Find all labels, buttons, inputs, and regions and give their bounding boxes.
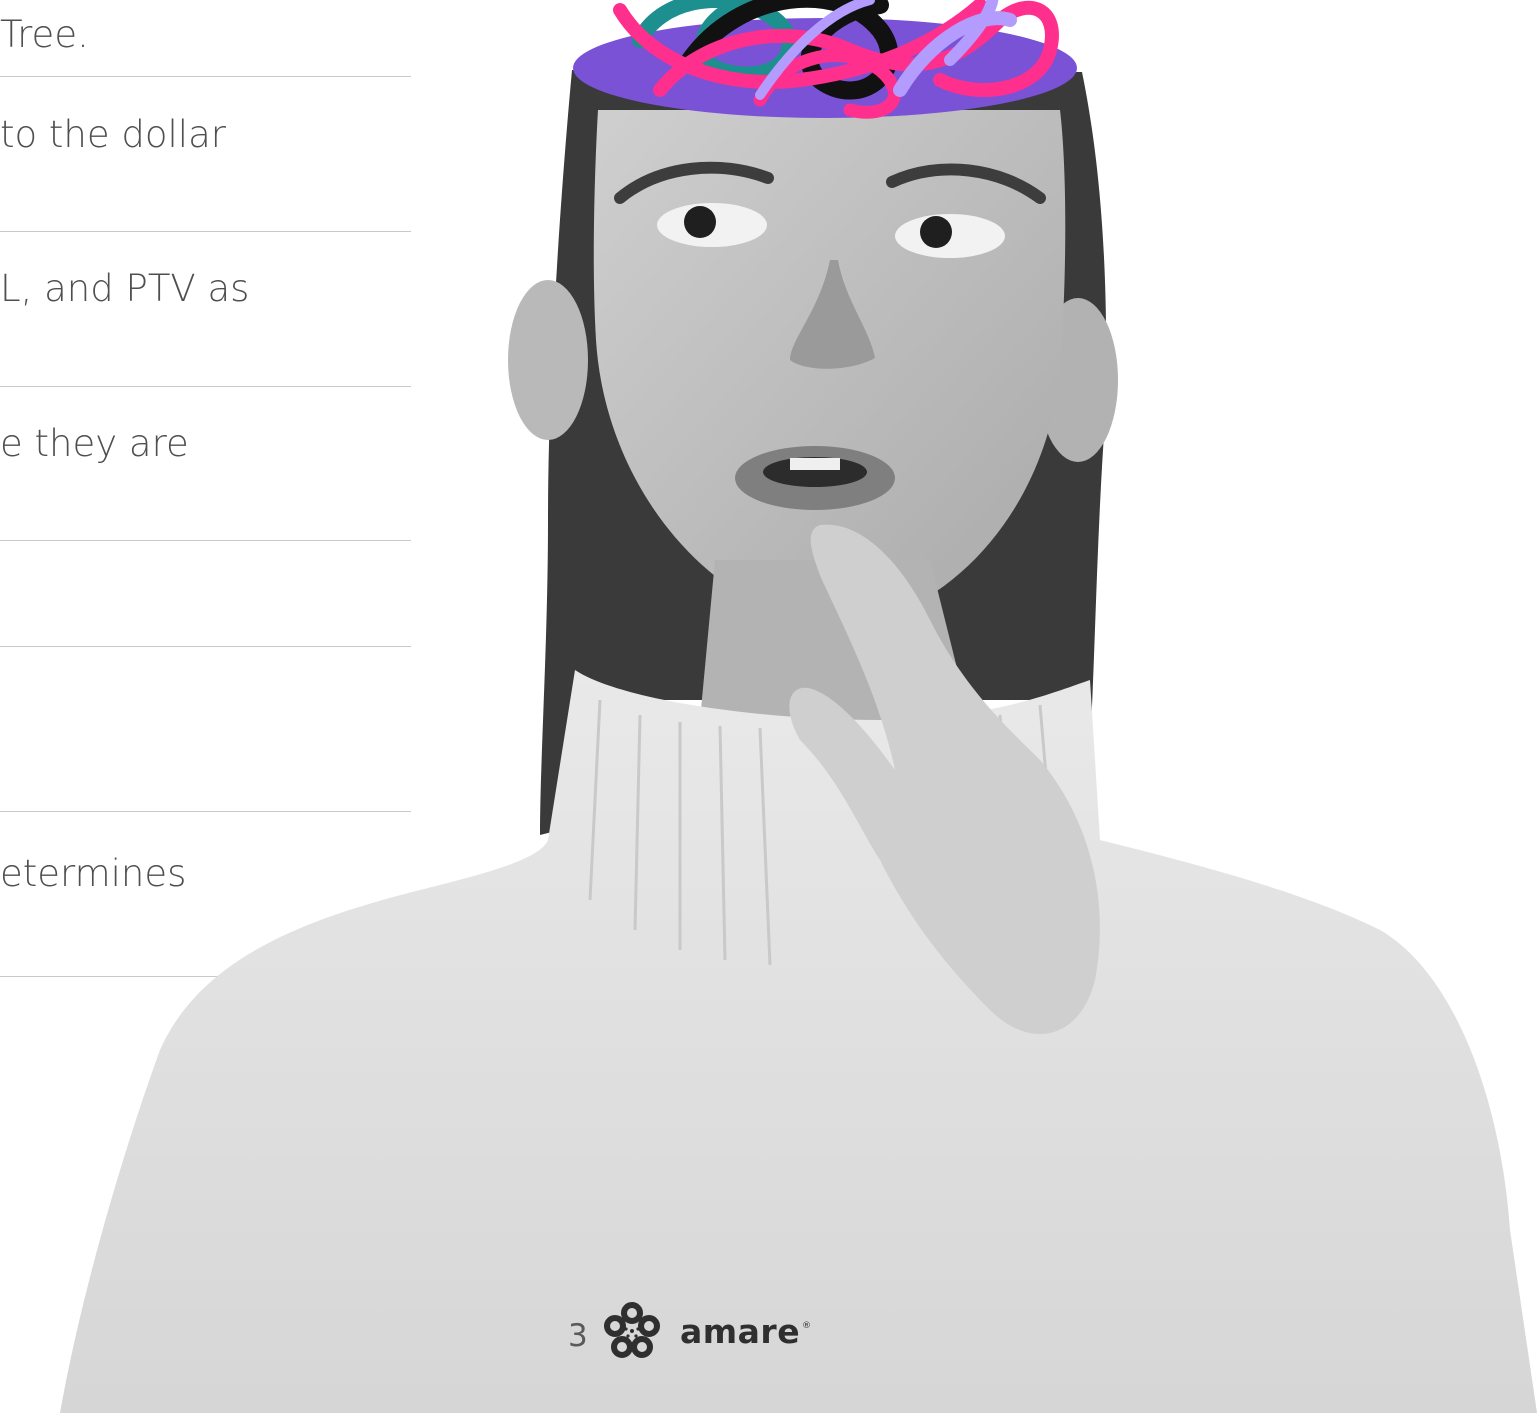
amare-flower-logo-icon (604, 1302, 660, 1358)
woman-thinking-illustration (60, 0, 1537, 1413)
sweater-shape (60, 670, 1537, 1413)
slide-page: Tree. to the dollar L, and PTV as e they… (0, 0, 1537, 1413)
registered-mark: ® (802, 1321, 811, 1331)
page-number: 3 (568, 1318, 588, 1354)
left-ear (508, 280, 588, 440)
brand-name: amare (680, 1312, 801, 1351)
